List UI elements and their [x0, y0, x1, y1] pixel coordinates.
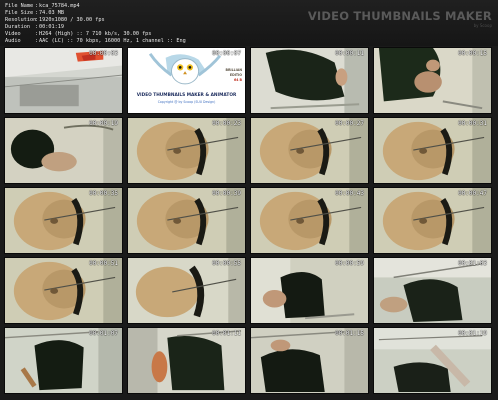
frame-image	[5, 48, 122, 113]
timestamp-label: 00:00:27	[335, 120, 364, 127]
timestamp-label: 00:00:43	[335, 190, 364, 197]
thumbnail-frame[interactable]: 00:00:15	[373, 47, 492, 114]
timestamp-label: 00:01:07	[89, 330, 118, 337]
frame-image	[251, 48, 368, 113]
frame-image	[128, 118, 245, 183]
frame-image	[374, 188, 491, 253]
timestamp-label: 00:00:11	[335, 50, 364, 57]
thumbnail-frame[interactable]: 00:00:11	[250, 47, 369, 114]
timestamp-label: 00:01:15	[335, 330, 364, 337]
thumbnail-frame[interactable]: 00:00:59	[250, 257, 369, 324]
timestamp-label: 00:00:31	[458, 120, 487, 127]
timestamp-label: 00:01:11	[212, 330, 241, 337]
info-value: H264 (High) :: 7 710 kb/s, 30.00 fps	[39, 31, 152, 38]
info-row-duration: Duration : 00:01:19	[5, 24, 186, 31]
frame-image	[251, 328, 368, 393]
thumbnail-grid: 00:00:03 BRILLIAN EDITIO 64 B VIDEO THUMBNAI…	[4, 47, 492, 394]
logo-edition-line-2: EDITIO	[229, 73, 242, 77]
thumbnail-frame[interactable]: 00:00:23	[127, 117, 246, 184]
frame-image	[5, 258, 122, 323]
brand-subtitle: by Scoop	[473, 23, 492, 28]
thumbnail-frame[interactable]: 00:00:39	[127, 187, 246, 254]
info-row-file-name: File Name : kca_75784.mp4	[5, 3, 186, 10]
info-value: AAC (LC) :: 70 kbps, 16000 Hz, 1 channel…	[39, 38, 186, 45]
timestamp-label: 00:00:35	[89, 190, 118, 197]
timestamp-label: 00:01:19	[458, 330, 487, 337]
timestamp-label: 00:00:07	[212, 50, 241, 57]
info-row-file-size: File Size : 74.03 MB	[5, 10, 186, 17]
info-value: 74.03 MB	[39, 10, 64, 17]
timestamp-label: 00:00:47	[458, 190, 487, 197]
timestamp-label: 00:00:59	[335, 260, 364, 267]
frame-image	[5, 118, 122, 183]
info-label: Audio	[5, 38, 21, 45]
frame-image	[5, 188, 122, 253]
brand-watermark: VIDEO THUMBNAILS MAKER by Scoop	[308, 9, 492, 28]
info-label: Duration	[5, 24, 30, 31]
thumbnail-frame[interactable]: 00:01:11	[127, 327, 246, 394]
thumbnail-frame[interactable]: 00:01:03	[373, 257, 492, 324]
timestamp-label: 00:00:03	[89, 50, 118, 57]
logo-title: VIDEO THUMBNAILS MAKER & ANIMATOR	[136, 93, 237, 98]
frame-image	[374, 328, 491, 393]
thumbnail-frame[interactable]: 00:01:19	[373, 327, 492, 394]
timestamp-label: 00:00:51	[89, 260, 118, 267]
frame-image	[128, 188, 245, 253]
thumbnail-frame[interactable]: 00:01:07	[4, 327, 123, 394]
thumbnail-frame[interactable]: 00:00:47	[373, 187, 492, 254]
frame-image	[374, 258, 491, 323]
thumbnail-frame[interactable]: 00:00:35	[4, 187, 123, 254]
frame-image	[128, 328, 245, 393]
frame-image	[251, 118, 368, 183]
frame-image	[128, 258, 245, 323]
info-label: Video	[5, 31, 21, 38]
header-bar: File Name : kca_75784.mp4 File Size : 74…	[0, 0, 498, 46]
info-label: File Size	[5, 10, 34, 17]
frame-image	[5, 328, 122, 393]
info-label: File Name	[5, 3, 34, 9]
logo-copyright: Copyright @ by Scoop (SUU Design)	[157, 100, 216, 104]
info-row-video: Video : H264 (High) :: 7 710 kb/s, 30.00…	[5, 31, 186, 38]
logo-edition-line-3: 64 B	[234, 78, 242, 82]
frame-image	[374, 118, 491, 183]
thumbnail-frame[interactable]: 00:00:51	[4, 257, 123, 324]
logo-edition-line-1: BRILLIAN	[225, 68, 242, 72]
brand-title: VIDEO THUMBNAILS MAKER	[307, 9, 492, 23]
timestamp-label: 00:00:55	[212, 260, 241, 267]
info-label: Resolution	[5, 17, 37, 24]
timestamp-label: 00:00:19	[89, 120, 118, 127]
timestamp-label: 00:00:23	[212, 120, 241, 127]
file-info: File Name : kca_75784.mp4 File Size : 74…	[5, 3, 186, 46]
frame-image	[251, 258, 368, 323]
thumbnail-frame[interactable]: 00:00:19	[4, 117, 123, 184]
info-row-audio: Audio : AAC (LC) :: 70 kbps, 16000 Hz, 1…	[5, 38, 186, 45]
thumbnail-frame[interactable]: BRILLIAN EDITIO 64 B VIDEO THUMBNAILS MAKER…	[127, 47, 246, 114]
info-value: kca_75784.mp4	[39, 3, 80, 9]
frame-image	[251, 188, 368, 253]
thumbnail-frame[interactable]: 00:00:55	[127, 257, 246, 324]
thumbnail-frame[interactable]: 00:00:27	[250, 117, 369, 184]
thumbnail-frame[interactable]: 00:00:31	[373, 117, 492, 184]
timestamp-label: 00:01:03	[458, 260, 487, 267]
info-value: 00:01:19	[39, 24, 64, 31]
timestamp-label: 00:00:39	[212, 190, 241, 197]
info-row-resolution: Resolution : 1920x1080 / 30.00 fps	[5, 17, 186, 24]
info-value: 1920x1080 / 30.00 fps	[39, 17, 105, 24]
timestamp-label: 00:00:15	[458, 50, 487, 57]
thumbnail-frame[interactable]: 00:00:03	[4, 47, 123, 114]
thumbnail-frame[interactable]: 00:01:15	[250, 327, 369, 394]
thumbnail-frame[interactable]: 00:00:43	[250, 187, 369, 254]
frame-image	[374, 48, 491, 113]
